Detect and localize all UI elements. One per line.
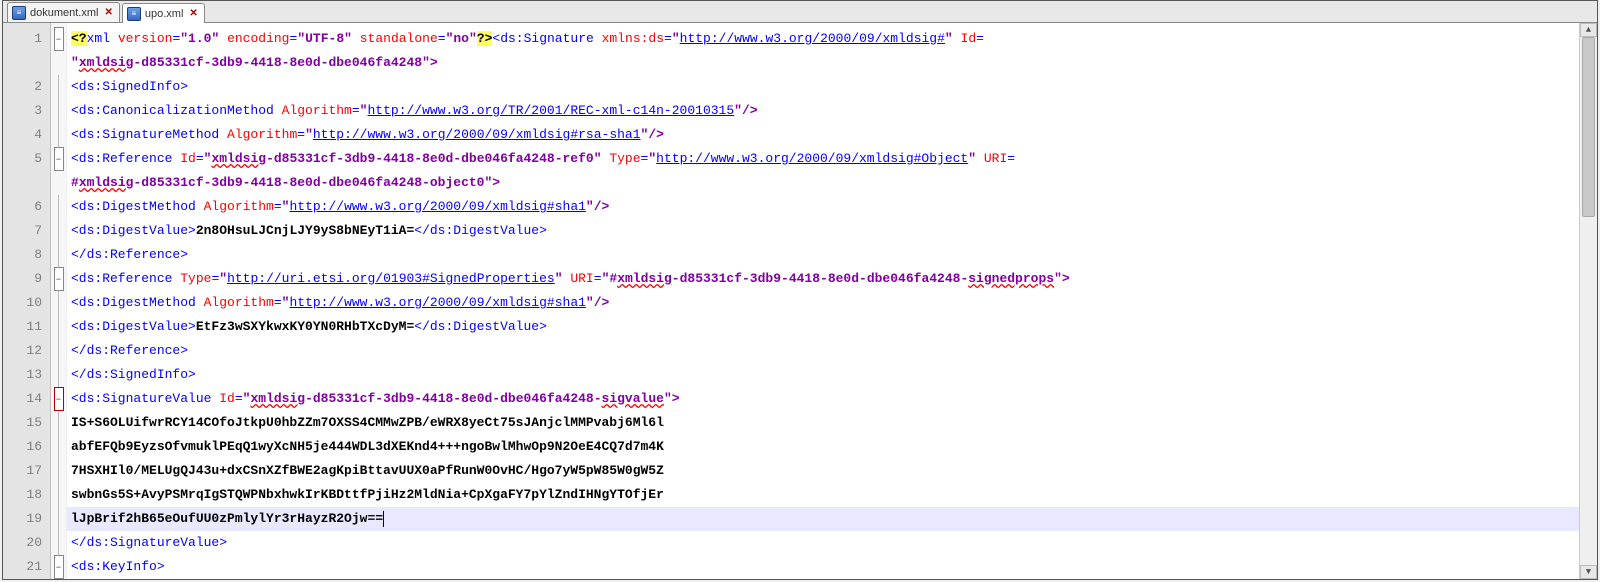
close-icon[interactable]: ✕ xyxy=(104,7,112,18)
scroll-down-icon[interactable]: ▼ xyxy=(1580,565,1597,579)
code-line: </ds:SignedInfo> xyxy=(67,363,1579,387)
code-line: <ds:DigestValue>EtFz3wSXYkwxKY0YN0RHbTXc… xyxy=(67,315,1579,339)
close-icon[interactable]: ✕ xyxy=(189,8,197,19)
code-line: 7HSXHIl0/MELUgQJ43u+dxCSnXZfBWE2agKpiBtt… xyxy=(67,459,1579,483)
code-line: <ds:DigestMethod Algorithm="http://www.w… xyxy=(67,291,1579,315)
editor-app: ≡ dokument.xml ✕ ≡ upo.xml ✕ 12345678910… xyxy=(2,0,1598,580)
fold-column: −−−−−−− xyxy=(51,23,67,579)
scroll-up-icon[interactable]: ▲ xyxy=(1580,23,1597,37)
code-line: <ds:SignedInfo> xyxy=(67,75,1579,99)
tab-label: upo.xml xyxy=(145,8,184,20)
code-line: <ds:CanonicalizationMethod Algorithm="ht… xyxy=(67,99,1579,123)
tab-dokument[interactable]: ≡ dokument.xml ✕ xyxy=(7,2,120,22)
code-line: <ds:SignatureValue Id="xmldsig-d85331cf-… xyxy=(67,387,1579,411)
scrollbar-thumb[interactable] xyxy=(1582,37,1595,217)
code-line: <ds:KeyInfo> xyxy=(67,555,1579,579)
code-line: abfEFQb9EyzsOfvmuklPEqQ1wyXcNH5je444WDL3… xyxy=(67,435,1579,459)
code-line: <ds:Reference Id="xmldsig-d85331cf-3db9-… xyxy=(67,147,1579,171)
tab-upo[interactable]: ≡ upo.xml ✕ xyxy=(122,3,205,23)
code-line: "xmldsig-d85331cf-3db9-4418-8e0d-dbe046f… xyxy=(67,51,1579,75)
code-line: lJpBrif2hB65eOufUU0zPmlylYr3rHayzR2Ojw== xyxy=(67,507,1579,531)
tab-label: dokument.xml xyxy=(30,7,98,19)
code-line: </ds:Reference> xyxy=(67,243,1579,267)
line-gutter: 1234567891011121314151617181920212223 xyxy=(3,23,51,579)
file-icon: ≡ xyxy=(12,6,26,20)
code-area[interactable]: <?xml version="1.0" encoding="UTF-8" sta… xyxy=(67,23,1579,579)
code-line: <ds:Reference Type="http://uri.etsi.org/… xyxy=(67,267,1579,291)
vertical-scrollbar[interactable]: ▲ ▼ xyxy=(1579,23,1597,579)
tab-bar: ≡ dokument.xml ✕ ≡ upo.xml ✕ xyxy=(3,1,1597,23)
code-line: IS+S6OLUifwrRCY14COfoJtkpU0hbZZm7OXSS4CM… xyxy=(67,411,1579,435)
fold-toggle-icon[interactable]: − xyxy=(54,27,64,51)
file-icon: ≡ xyxy=(127,7,141,21)
code-line: <ds:SignatureMethod Algorithm="http://ww… xyxy=(67,123,1579,147)
fold-toggle-icon[interactable]: − xyxy=(54,147,64,171)
fold-toggle-icon[interactable]: − xyxy=(54,387,64,411)
fold-toggle-icon[interactable]: − xyxy=(54,267,64,291)
code-line: <ds:DigestValue>2n8OHsuLJCnjLJY9yS8bNEyT… xyxy=(67,219,1579,243)
code-line: swbnGs5S+AvyPSMrqIgSTQWPNbxhwkIrKBDttfPj… xyxy=(67,483,1579,507)
code-line: #xmldsig-d85331cf-3db9-4418-8e0d-dbe046f… xyxy=(67,171,1579,195)
code-line: </ds:SignatureValue> xyxy=(67,531,1579,555)
code-line: </ds:Reference> xyxy=(67,339,1579,363)
code-line: <?xml version="1.0" encoding="UTF-8" sta… xyxy=(67,27,1579,51)
fold-toggle-icon[interactable]: − xyxy=(54,555,64,579)
code-line: <ds:DigestMethod Algorithm="http://www.w… xyxy=(67,195,1579,219)
text-caret xyxy=(383,511,384,527)
editor-pane: 1234567891011121314151617181920212223 − −… xyxy=(3,23,1597,579)
